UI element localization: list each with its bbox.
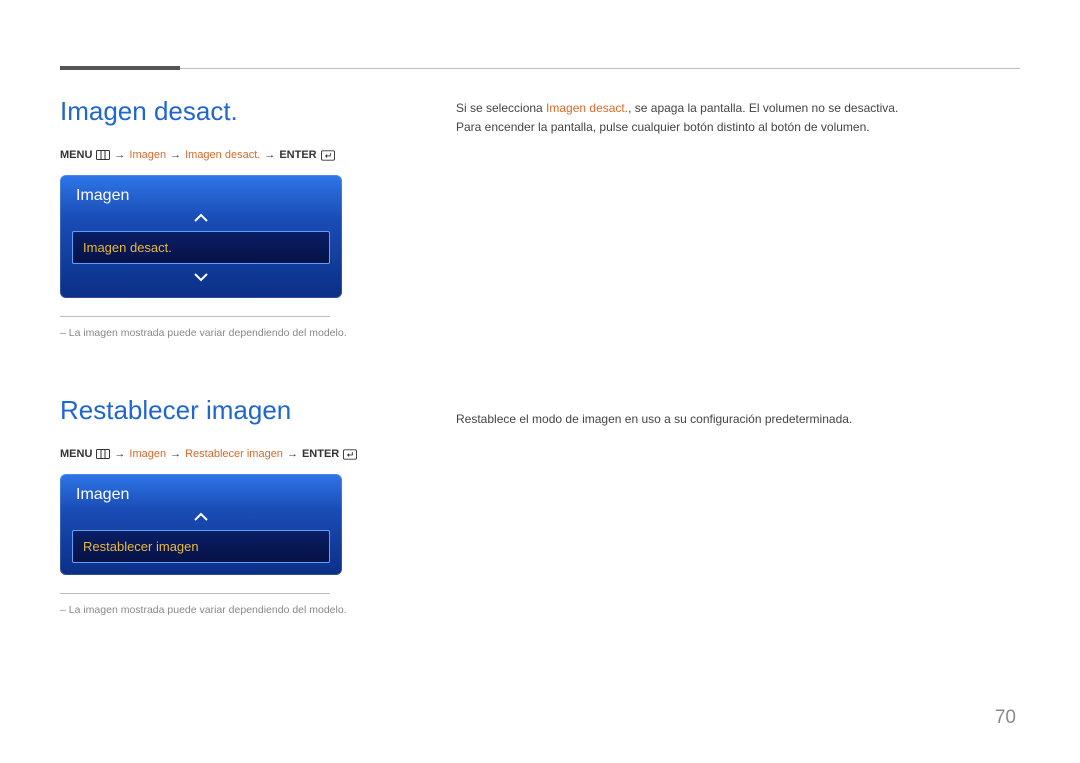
breadcrumb-imagen-desact: MENU → Imagen → Imagen desact. → ENTER (60, 149, 420, 161)
enter-icon (343, 449, 357, 459)
enter-icon (321, 150, 335, 160)
chevron-up-icon (60, 209, 342, 227)
page-number: 70 (995, 707, 1016, 729)
osd-item-restablecer-imagen[interactable]: Restablecer imagen (72, 530, 330, 563)
arrow-icon: → (170, 149, 181, 161)
breadcrumb-enter-label: ENTER (302, 448, 339, 460)
osd-panel-restablecer-imagen: Imagen Restablecer imagen (60, 474, 342, 575)
note-rule (60, 316, 330, 317)
desc-restablecer: Restablece el modo de imagen en uso a su… (456, 410, 1016, 429)
breadcrumb-menu-label: MENU (60, 448, 92, 460)
desc-line-1: Si se selecciona Imagen desact., se apag… (456, 99, 1016, 118)
section-imagen-desact: Imagen desact. MENU → Imagen → Imagen de… (60, 96, 420, 339)
menu-icon (96, 449, 110, 459)
desc-line-1-tail: , se apaga la pantalla. El volumen no se… (628, 101, 898, 115)
osd-panel-imagen-desact: Imagen Imagen desact. (60, 175, 342, 298)
osd-title: Imagen (60, 474, 342, 508)
section-restablecer-imagen: Restablecer imagen MENU → Imagen → Resta… (60, 395, 420, 616)
desc-line-1-a: Si se selecciona (456, 101, 546, 115)
desc-line-2: Para encender la pantalla, pulse cualqui… (456, 118, 1016, 137)
osd-title: Imagen (60, 175, 342, 209)
arrow-icon: → (287, 448, 298, 460)
header-rule-thick (60, 66, 180, 70)
heading-restablecer-imagen: Restablecer imagen (60, 395, 420, 426)
breadcrumb-step1: Imagen (129, 149, 166, 161)
breadcrumb-enter-label: ENTER (279, 149, 316, 161)
arrow-icon: → (264, 149, 275, 161)
arrow-icon: → (114, 149, 125, 161)
left-column: Imagen desact. MENU → Imagen → Imagen de… (60, 96, 420, 616)
breadcrumb-menu-label: MENU (60, 149, 92, 161)
chevron-up-icon (60, 508, 342, 526)
breadcrumb-step2: Restablecer imagen (185, 448, 283, 460)
breadcrumb-step1: Imagen (129, 448, 166, 460)
note-text: – La imagen mostrada puede variar depend… (60, 604, 420, 616)
note-text: – La imagen mostrada puede variar depend… (60, 327, 420, 339)
chevron-down-icon (60, 268, 342, 286)
arrow-icon: → (170, 448, 181, 460)
note-rule (60, 593, 330, 594)
osd-item-imagen-desact[interactable]: Imagen desact. (72, 231, 330, 264)
arrow-icon: → (114, 448, 125, 460)
breadcrumb-restablecer-imagen: MENU → Imagen → Restablecer imagen → ENT… (60, 448, 420, 460)
right-column-section1: Si se selecciona Imagen desact., se apag… (456, 99, 1016, 137)
heading-imagen-desact: Imagen desact. (60, 96, 420, 127)
right-column-section2: Restablece el modo de imagen en uso a su… (456, 410, 1016, 429)
breadcrumb-step2: Imagen desact. (185, 149, 260, 161)
menu-icon (96, 150, 110, 160)
desc-line-1-em: Imagen desact. (546, 101, 628, 115)
header-rule (60, 68, 1020, 69)
